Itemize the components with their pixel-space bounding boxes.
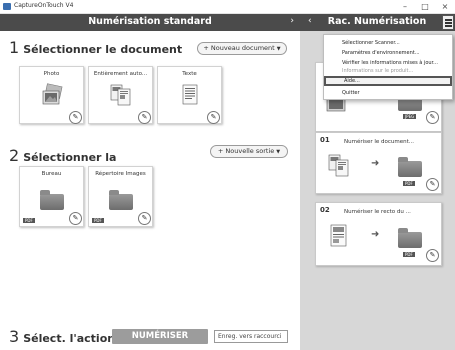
document-card-photo[interactable]: Photo ✎ xyxy=(19,66,84,124)
section-1-label: Sélectionner le document xyxy=(23,43,183,56)
section-3-title: 3 Sélect. l'action xyxy=(9,327,115,346)
auto-documents-icon xyxy=(110,84,131,106)
section-1-number: 1 xyxy=(9,38,20,57)
edit-shortcut-02-button[interactable]: ✎ xyxy=(426,249,439,262)
folder-icon xyxy=(109,190,133,210)
close-button[interactable]: × xyxy=(438,1,452,12)
new-output-button[interactable]: + Nouvelle sortie ▼ xyxy=(210,145,288,158)
section-1-title: 1 Sélectionner le document xyxy=(9,38,182,57)
jpeg-badge: JPEG xyxy=(403,114,417,119)
minimize-button[interactable]: – xyxy=(398,1,412,12)
menu-item-select-scanner[interactable]: Sélectionner Scanner... xyxy=(324,38,452,48)
scan-button[interactable]: NUMÉRISER xyxy=(112,329,208,344)
output-card-label: Bureau xyxy=(41,171,62,177)
edit-text-button[interactable]: ✎ xyxy=(207,111,220,124)
shortcut-number: 01 xyxy=(320,136,330,144)
edit-shortcut-01-button[interactable]: ✎ xyxy=(426,178,439,191)
app-icon xyxy=(3,3,11,10)
standard-scan-title: Numérisation standard xyxy=(88,16,212,27)
menu-icon[interactable] xyxy=(442,15,454,30)
document-card-label: Texte xyxy=(182,71,197,77)
arrow-right-icon: ➜ xyxy=(371,158,380,169)
output-card-desktop[interactable]: Bureau PDF ✎ xyxy=(19,166,84,227)
section-2-title: 2 Sélectionner la xyxy=(9,146,116,165)
document-icon xyxy=(330,224,347,247)
app-menu: Sélectionner Scanner... Paramètres d'env… xyxy=(323,34,453,100)
shortcut-card-02[interactable]: 02 Numériser le recto du ... ➜ PDF ✎ xyxy=(315,202,442,266)
arrow-right-icon: ➜ xyxy=(371,229,380,240)
menu-item-product-info[interactable]: Informations sur le produit... xyxy=(324,66,452,76)
chevron-left-icon[interactable]: ‹ xyxy=(308,16,312,26)
chevron-right-icon[interactable]: › xyxy=(290,16,294,26)
section-3-label: Sélect. l'action xyxy=(23,332,116,345)
window-titlebar: CaptureOnTouch V4 – □ × xyxy=(0,0,455,14)
menu-item-quit[interactable]: Quitter xyxy=(324,88,452,98)
shortcut-number: 02 xyxy=(320,206,330,214)
document-card-label: Entièrement auto... xyxy=(93,71,148,77)
chevron-down-icon: ▼ xyxy=(276,46,281,52)
shortcut-scan-header: ‹ Rac. Numérisation xyxy=(300,14,455,31)
menu-item-environment[interactable]: Paramètres d'environnement... xyxy=(324,48,452,58)
output-card-images[interactable]: Répertoire Images PDF ✎ xyxy=(88,166,153,227)
folder-icon xyxy=(398,228,422,248)
document-card-text[interactable]: Texte ✎ xyxy=(157,66,222,124)
menu-item-help[interactable]: Aide... xyxy=(324,76,452,86)
photo-icon xyxy=(42,83,63,105)
edit-desktop-button[interactable]: ✎ xyxy=(69,212,82,225)
shortcut-card-01[interactable]: 01 Numériser le document... ➜ PDF ✎ xyxy=(315,132,442,194)
folder-icon xyxy=(398,157,422,177)
chevron-down-icon: ▼ xyxy=(276,149,281,155)
section-2-label: Sélectionner la xyxy=(23,151,117,164)
text-document-icon xyxy=(182,84,198,105)
save-shortcut-button[interactable]: Enreg. vers raccourci xyxy=(214,330,288,343)
edit-images-button[interactable]: ✎ xyxy=(138,212,151,225)
pdf-badge: PDF xyxy=(403,181,415,186)
section-3-number: 3 xyxy=(9,327,20,346)
section-2-number: 2 xyxy=(9,146,20,165)
folder-icon xyxy=(40,190,64,210)
shortcut-title: Numériser le recto du ... xyxy=(344,209,411,215)
document-card-auto[interactable]: Entièrement auto... ✎ xyxy=(88,66,153,124)
shortcut-scan-title: Rac. Numérisation xyxy=(327,16,427,27)
action-row: 3 Sélect. l'action NUMÉRISER Enreg. vers … xyxy=(0,326,300,350)
auto-documents-icon xyxy=(328,154,349,177)
document-card-label: Photo xyxy=(43,71,60,77)
new-document-button[interactable]: + Nouveau document ▼ xyxy=(197,42,287,55)
new-output-label: + Nouvelle sortie xyxy=(217,147,275,155)
pdf-badge: PDF xyxy=(403,252,415,257)
edit-photo-button[interactable]: ✎ xyxy=(69,111,82,124)
standard-scan-panel: Numérisation standard › 1 Sélectionner le… xyxy=(0,14,300,350)
edit-auto-button[interactable]: ✎ xyxy=(138,111,151,124)
pdf-badge: PDF xyxy=(92,218,104,223)
output-card-label: Répertoire Images xyxy=(95,171,146,177)
maximize-button[interactable]: □ xyxy=(418,1,432,12)
standard-scan-header: Numérisation standard › xyxy=(0,14,300,31)
shortcut-title: Numériser le document... xyxy=(344,139,415,145)
pdf-badge: PDF xyxy=(23,218,35,223)
edit-shortcut-0-button[interactable]: ✎ xyxy=(426,111,439,124)
window-title: CaptureOnTouch V4 xyxy=(14,2,74,9)
new-document-label: + Nouveau document xyxy=(203,44,275,52)
